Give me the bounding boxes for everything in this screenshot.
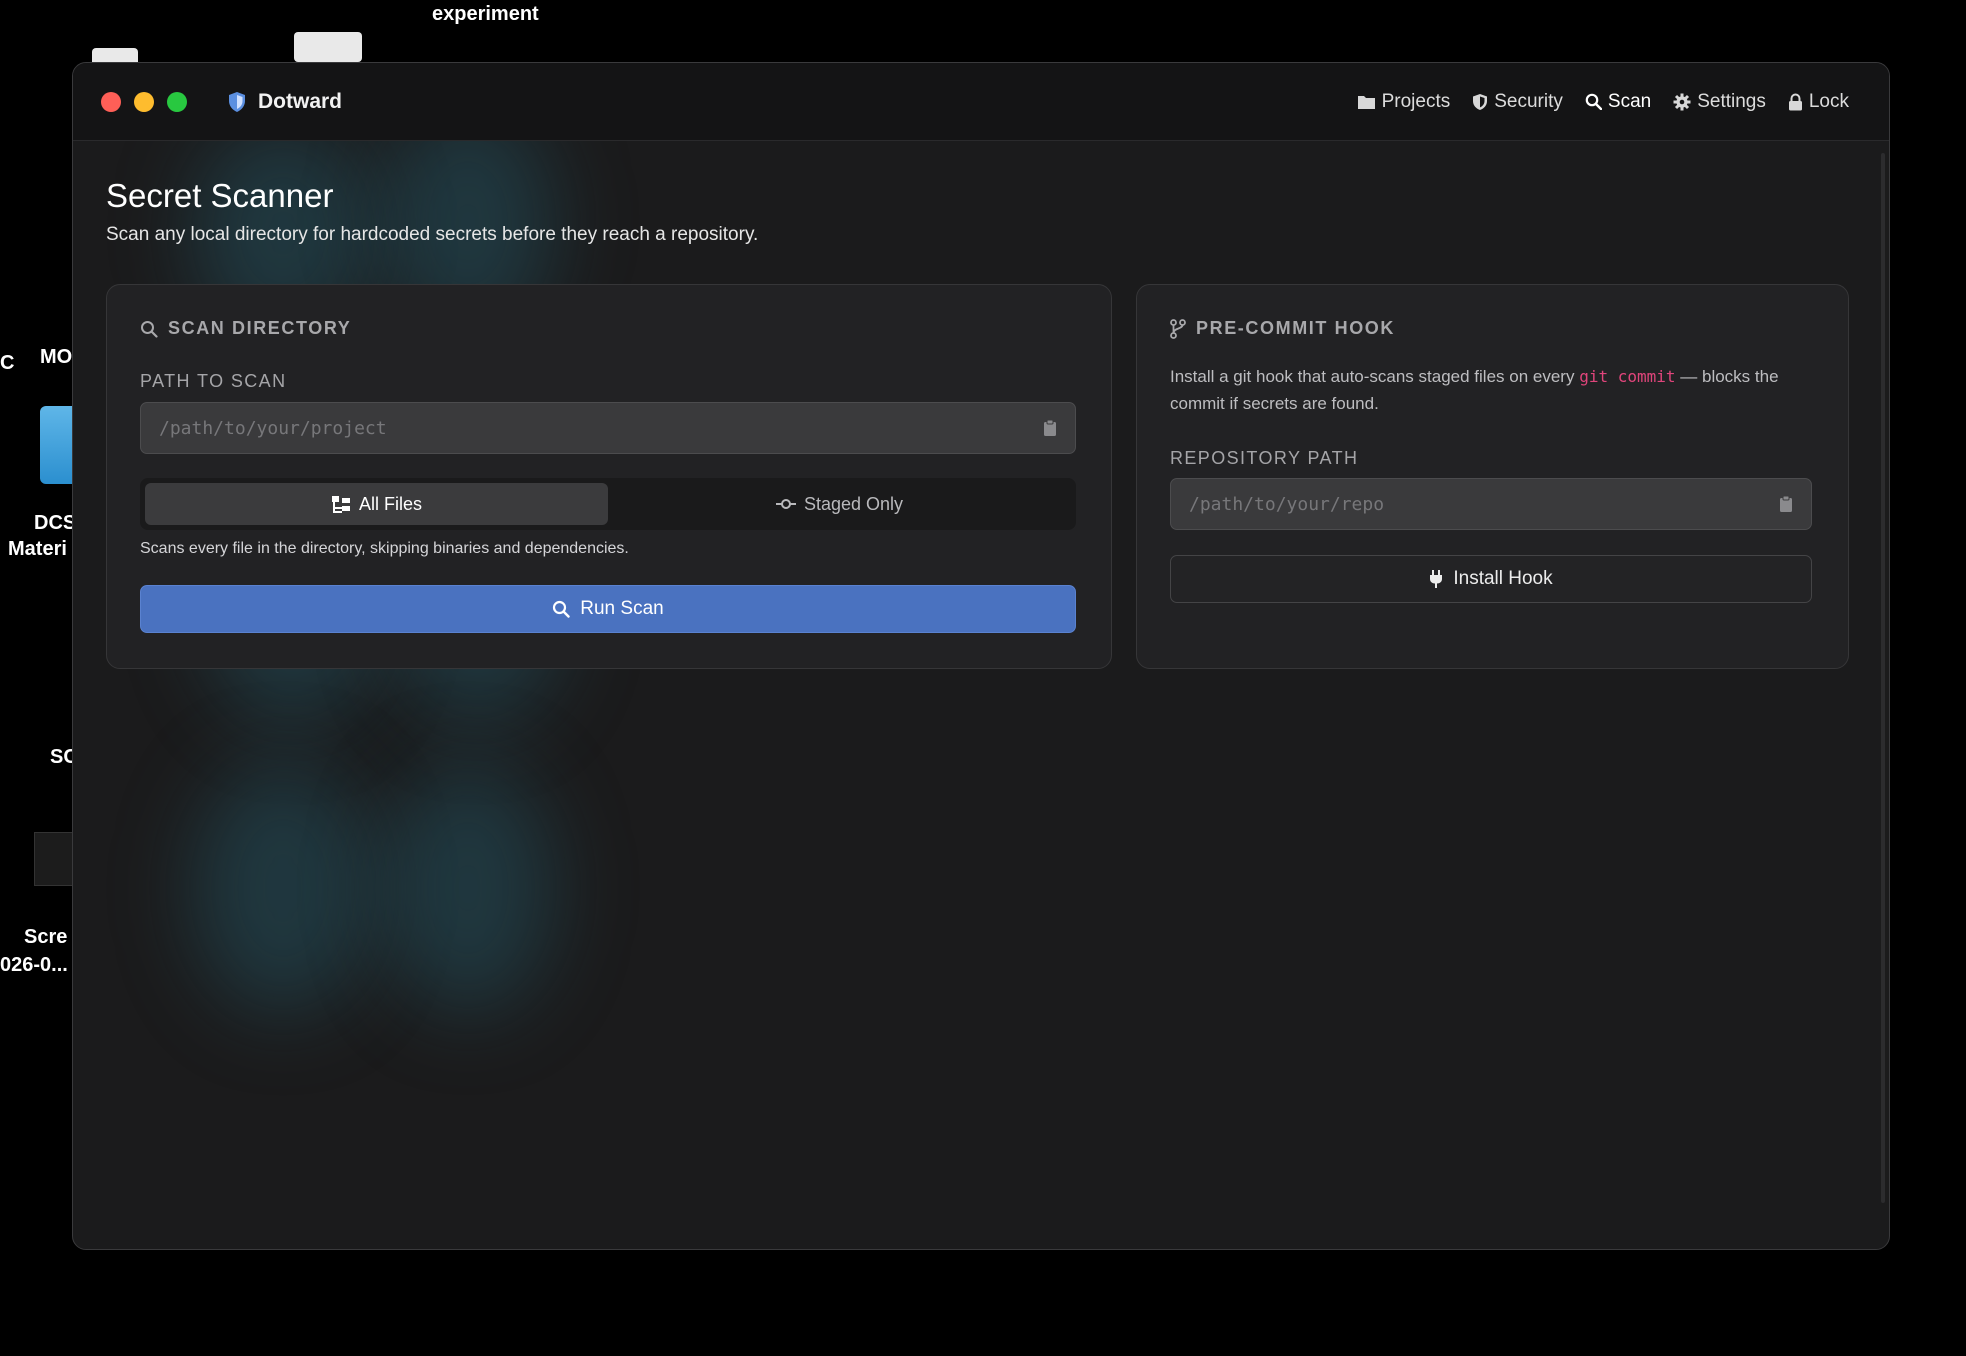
maximize-window-button[interactable] xyxy=(167,91,187,112)
path-to-scan-field[interactable] xyxy=(140,402,1076,454)
app-name: Dotward xyxy=(258,89,342,113)
mode-staged-only[interactable]: Staged Only xyxy=(608,483,1071,525)
mode-all-files-label: All Files xyxy=(358,493,422,514)
nav-security[interactable]: Security xyxy=(1472,91,1563,113)
git-branch-icon xyxy=(1170,318,1186,339)
desktop-label-c[interactable]: C xyxy=(0,350,14,376)
hook-desc-code: git commit xyxy=(1579,367,1676,386)
lock-icon xyxy=(1788,93,1802,110)
nav-lock-label: Lock xyxy=(1808,90,1849,112)
hook-description: Install a git hook that auto-scans stage… xyxy=(1170,363,1820,417)
plug-icon xyxy=(1430,570,1443,588)
git-commit-icon xyxy=(775,499,796,509)
nav-lock[interactable]: Lock xyxy=(1788,91,1849,113)
app-brand: Dotward xyxy=(227,90,342,114)
clipboard-icon[interactable] xyxy=(1779,495,1793,513)
run-scan-button[interactable]: Run Scan xyxy=(140,585,1076,633)
desktop-label-materi[interactable]: Materi xyxy=(8,536,67,562)
nav-scan[interactable]: Scan xyxy=(1585,91,1651,113)
repository-path-input[interactable] xyxy=(1189,493,1779,515)
search-icon xyxy=(553,600,570,618)
install-hook-button[interactable]: Install Hook xyxy=(1170,555,1812,603)
desktop-label-experiment[interactable]: experiment xyxy=(432,1,539,27)
page-subtitle: Scan any local directory for hardcoded s… xyxy=(106,224,759,245)
path-to-scan-label: PATH TO SCAN xyxy=(140,371,287,391)
repository-path-field[interactable] xyxy=(1170,478,1812,530)
scan-directory-card: SCAN DIRECTORY PATH TO SCAN All Files St… xyxy=(106,284,1112,669)
nav-projects[interactable]: Projects xyxy=(1357,90,1451,113)
close-window-button[interactable] xyxy=(101,91,121,112)
scan-mode-toggle: All Files Staged Only xyxy=(140,478,1076,530)
scan-card-heading: SCAN DIRECTORY xyxy=(140,318,351,339)
shield-icon xyxy=(1473,93,1488,110)
hook-card-title: PRE-COMMIT HOOK xyxy=(1196,318,1395,338)
nav-projects-label: Projects xyxy=(1381,90,1451,112)
pre-commit-hook-card: PRE-COMMIT HOOK Install a git hook that … xyxy=(1136,284,1849,669)
window-scrollbar[interactable] xyxy=(1881,153,1885,1203)
clipboard-icon[interactable] xyxy=(1043,419,1057,437)
scan-mode-hint: Scans every file in the directory, skipp… xyxy=(140,540,629,557)
desktop-label-scre[interactable]: Scre xyxy=(24,924,67,950)
mode-all-files[interactable]: All Files xyxy=(145,483,608,525)
install-hook-label: Install Hook xyxy=(1453,568,1553,589)
nav-settings-label: Settings xyxy=(1697,90,1766,112)
run-scan-label: Run Scan xyxy=(580,598,664,619)
nav-security-label: Security xyxy=(1494,90,1563,112)
repository-path-label: REPOSITORY PATH xyxy=(1170,448,1359,468)
search-icon xyxy=(141,320,158,338)
file-tree-icon xyxy=(331,496,350,513)
folder-icon xyxy=(1357,95,1375,109)
mode-staged-only-label: Staged Only xyxy=(803,493,904,514)
nav-scan-label: Scan xyxy=(1607,90,1652,112)
minimize-window-button[interactable] xyxy=(134,91,154,112)
gear-icon xyxy=(1673,93,1691,110)
desktop-label-dcs[interactable]: DCS xyxy=(34,510,76,536)
top-nav: Projects Security Scan Settings Lock xyxy=(1357,91,1849,113)
desktop-zip-file-icon[interactable] xyxy=(294,32,362,62)
shield-icon xyxy=(229,91,245,112)
desktop-screenshot-thumbnail[interactable] xyxy=(34,832,74,886)
page-title: Secret Scanner xyxy=(106,177,334,214)
nav-settings[interactable]: Settings xyxy=(1673,91,1766,113)
window-controls xyxy=(101,91,187,112)
title-bar: Dotward Projects Security Scan Settings … xyxy=(73,63,1889,141)
main-content: Secret Scanner Scan any local directory … xyxy=(73,141,1889,1249)
path-to-scan-input[interactable] xyxy=(159,417,1043,439)
search-icon xyxy=(1585,93,1602,110)
desktop-label-mo[interactable]: MO xyxy=(40,344,72,370)
scan-card-title: SCAN DIRECTORY xyxy=(168,318,352,338)
hook-desc-before: Install a git hook that auto-scans stage… xyxy=(1170,367,1575,386)
app-window: Dotward Projects Security Scan Settings … xyxy=(72,62,1890,1250)
desktop-label-date[interactable]: 026-0... xyxy=(0,952,68,978)
hook-card-heading: PRE-COMMIT HOOK xyxy=(1170,318,1395,339)
